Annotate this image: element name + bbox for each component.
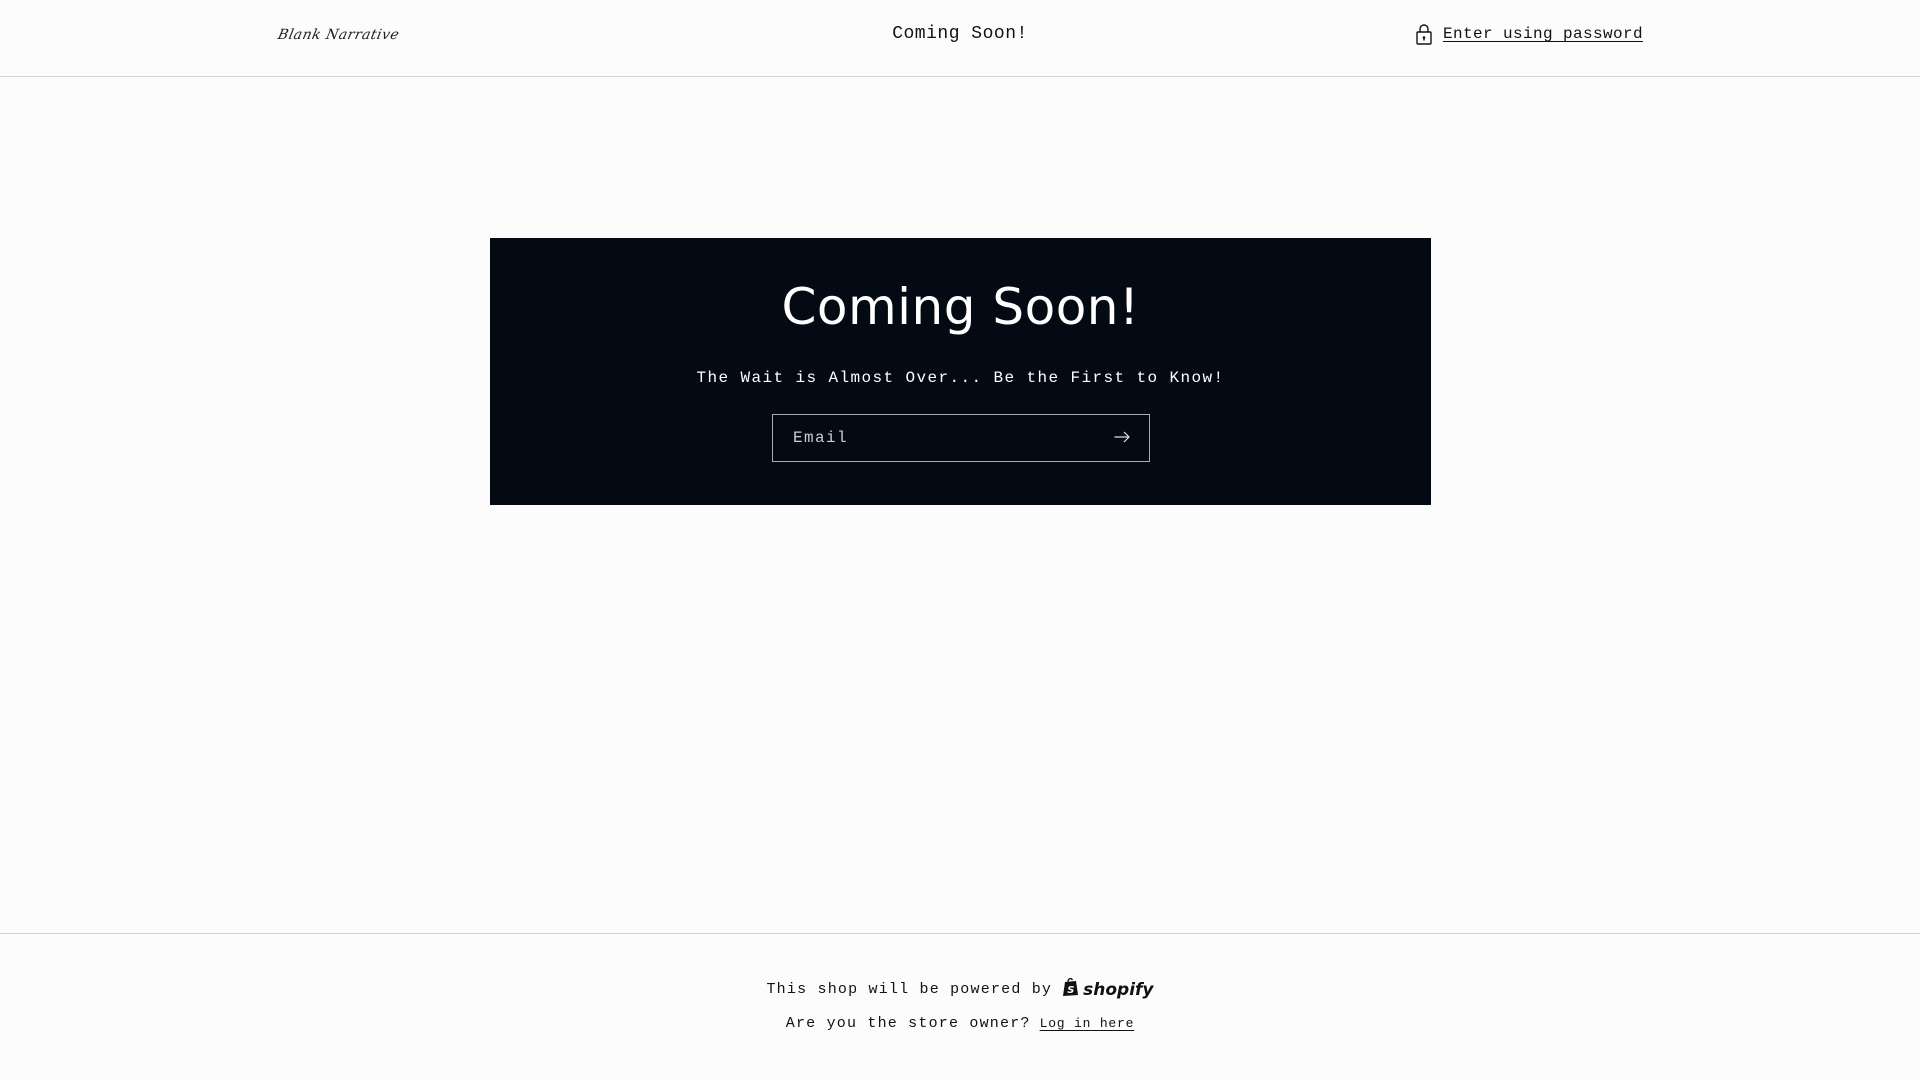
subscribe-button[interactable] (1105, 415, 1149, 461)
svg-text:S: S (1067, 985, 1074, 996)
powered-by: This shop will be powered by S shopify (0, 977, 1920, 1002)
store-owner-text: Are you the store owner? (785, 1015, 1031, 1032)
lock-icon (1415, 23, 1433, 45)
shopify-logo-link[interactable]: S shopify (1062, 977, 1154, 1002)
shopify-wordmark: shopify (1083, 979, 1154, 1000)
powered-by-text: This shop will be powered by (766, 981, 1053, 998)
email-input[interactable] (773, 415, 1105, 461)
shopify-bag-icon: S (1062, 977, 1080, 1002)
enter-password-link[interactable]: Enter using password (1415, 23, 1643, 45)
login-link[interactable]: Log in here (1040, 1016, 1135, 1031)
newsletter-banner: Coming Soon! The Wait is Almost Over... … (490, 238, 1431, 505)
enter-password-label: Enter using password (1442, 25, 1643, 43)
banner-subtitle: The Wait is Almost Over... Be the First … (696, 369, 1225, 387)
banner-title: Coming Soon! (781, 278, 1140, 336)
store-owner-line: Are you the store owner? Log in here (0, 1015, 1920, 1032)
newsletter-form (772, 414, 1150, 462)
page-footer: This shop will be powered by S shopify A… (0, 933, 1920, 1080)
arrow-right-icon (1114, 431, 1130, 446)
page-header: Blank Narrative Coming Soon! Enter using… (0, 0, 1920, 77)
